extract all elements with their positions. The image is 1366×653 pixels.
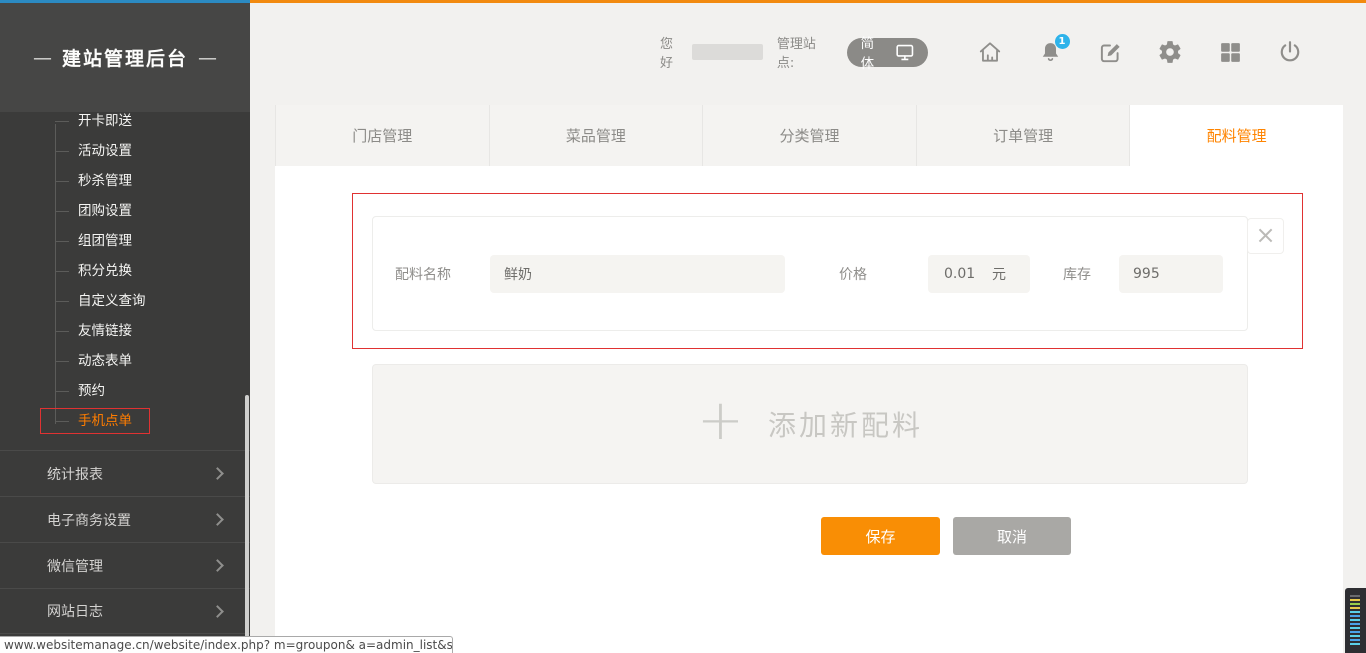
header-icons: 1 — [960, 39, 1320, 66]
app-title-text: 建站管理后台 — [62, 44, 188, 71]
main-accent-bar — [250, 0, 1366, 3]
title-dash-right: — — [198, 47, 217, 69]
meter-stripes — [1350, 595, 1360, 647]
chevron-right-icon — [211, 467, 224, 480]
logout-button[interactable] — [1277, 39, 1304, 66]
remove-ingredient-button[interactable]: × — [1247, 218, 1284, 254]
stock-input[interactable] — [1119, 255, 1223, 293]
sidebar-scrollbar[interactable] — [245, 395, 249, 638]
edit-icon — [1097, 39, 1123, 65]
sidebar-item-activity[interactable]: 活动设置 — [0, 136, 250, 166]
sidebar-item-custom-query[interactable]: 自定义查询 — [0, 286, 250, 316]
section-label: 微信管理 — [47, 556, 103, 576]
power-icon — [1277, 39, 1303, 65]
sidebar-menu: 开卡即送 活动设置 秒杀管理 团购设置 组团管理 积分兑换 自定义查询 友情链接… — [0, 106, 250, 436]
site-selector[interactable]: 简体 — [847, 38, 928, 67]
sidebar-item-card-gift[interactable]: 开卡即送 — [0, 106, 250, 136]
tab-bar: 门店管理 菜品管理 分类管理 订单管理 配料管理 — [275, 105, 1343, 166]
notification-badge: 1 — [1055, 34, 1070, 49]
save-button[interactable]: 保存 — [821, 517, 940, 555]
app-title: — 建站管理后台 — — [0, 3, 250, 112]
section-label: 网站日志 — [47, 601, 103, 621]
home-icon — [977, 39, 1003, 65]
tab-store-management[interactable]: 门店管理 — [275, 105, 490, 166]
plus-icon: + — [697, 393, 744, 449]
close-icon: × — [1255, 221, 1275, 249]
notifications-button[interactable]: 1 — [1037, 39, 1064, 66]
sidebar-item-mobile-order[interactable]: 手机点单 — [0, 406, 250, 436]
sidebar-item-reservation[interactable]: 预约 — [0, 376, 250, 406]
section-label: 电子商务设置 — [47, 510, 131, 530]
chevron-right-icon — [211, 559, 224, 572]
sidebar-sections: 统计报表 电子商务设置 微信管理 网站日志 — [0, 450, 250, 634]
price-input[interactable] — [928, 266, 990, 282]
sidebar: — 建站管理后台 — 开卡即送 活动设置 秒杀管理 团购设置 组团管理 积分兑换… — [0, 3, 250, 653]
stock-label: 库存 — [1063, 264, 1091, 284]
main-header: 您好 管理站点: 简体 1 — [660, 34, 1320, 70]
sidebar-item-group-manage[interactable]: 组团管理 — [0, 226, 250, 256]
ingredient-name-label: 配料名称 — [395, 264, 451, 284]
title-dash-left: — — [33, 47, 52, 69]
sidebar-section-wechat[interactable]: 微信管理 — [0, 542, 250, 588]
add-ingredient-label: 添加新配料 — [768, 404, 923, 444]
section-label: 统计报表 — [47, 464, 103, 484]
tab-dish-management[interactable]: 菜品管理 — [490, 105, 704, 166]
chevron-right-icon — [211, 605, 224, 618]
tab-ingredient-management[interactable]: 配料管理 — [1130, 105, 1343, 166]
sidebar-section-statistics[interactable]: 统计报表 — [0, 450, 250, 496]
apps-button[interactable] — [1217, 39, 1244, 66]
site-selector-value: 简体 — [861, 32, 888, 72]
settings-button[interactable] — [1157, 39, 1184, 66]
ingredient-card: 配料名称 价格 元 库存 — [372, 216, 1248, 331]
price-field: 元 — [928, 255, 1030, 293]
tab-category-management[interactable]: 分类管理 — [703, 105, 917, 166]
sidebar-section-sitelog[interactable]: 网站日志 — [0, 588, 250, 634]
chevron-right-icon — [211, 513, 224, 526]
site-label: 管理站点: — [777, 33, 833, 71]
meter-widget — [1345, 588, 1366, 653]
grid-icon — [1218, 40, 1243, 65]
monitor-icon — [896, 44, 914, 61]
price-unit-label: 元 — [992, 264, 1006, 284]
gear-icon — [1157, 39, 1183, 65]
sidebar-item-dynamic-form[interactable]: 动态表单 — [0, 346, 250, 376]
tab-order-management[interactable]: 订单管理 — [917, 105, 1131, 166]
price-label: 价格 — [839, 264, 867, 284]
home-button[interactable] — [977, 39, 1004, 66]
sidebar-item-groupbuy[interactable]: 团购设置 — [0, 196, 250, 226]
active-item-highlight-box — [40, 408, 150, 434]
ingredient-name-input[interactable] — [490, 255, 785, 293]
sidebar-section-ecommerce[interactable]: 电子商务设置 — [0, 496, 250, 542]
link-preview-statusbar: www.websitemanage.cn/website/index.php? … — [0, 636, 453, 653]
edit-button[interactable] — [1097, 39, 1124, 66]
cancel-button[interactable]: 取消 — [953, 517, 1071, 555]
username-redacted — [692, 44, 763, 60]
add-ingredient-button[interactable]: + 添加新配料 — [372, 364, 1248, 484]
sidebar-item-seckill[interactable]: 秒杀管理 — [0, 166, 250, 196]
greeting-text: 您好 — [660, 33, 686, 71]
sidebar-item-links[interactable]: 友情链接 — [0, 316, 250, 346]
sidebar-item-points[interactable]: 积分兑换 — [0, 256, 250, 286]
